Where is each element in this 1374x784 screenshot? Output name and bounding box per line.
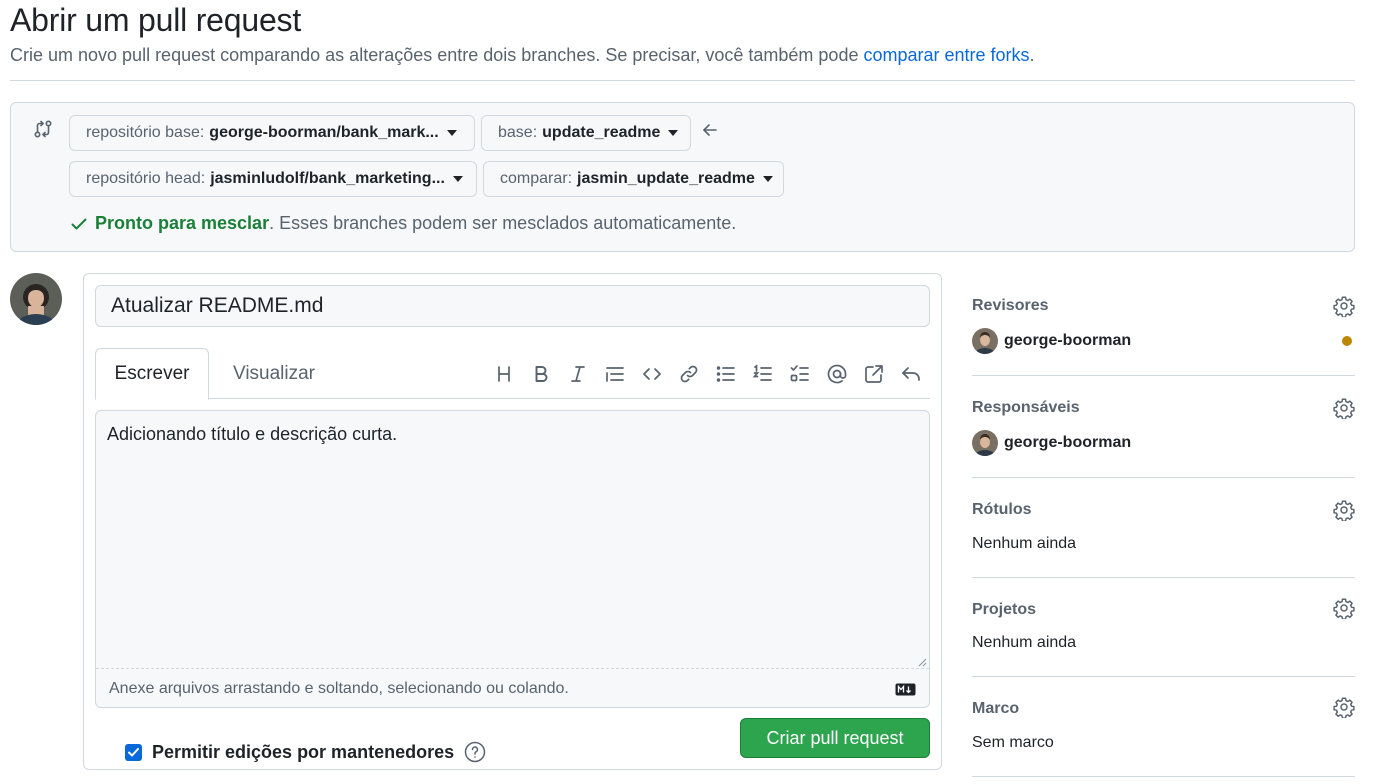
gear-icon[interactable]: [1333, 696, 1355, 718]
reviewer-name: george-boorman: [1004, 332, 1132, 349]
avatar: [972, 328, 998, 354]
caret-down-icon: [762, 176, 773, 182]
projects-section: Projetos Nenhum ainda: [972, 578, 1355, 677]
arrow-left-icon: [703, 124, 717, 136]
italic-button[interactable]: [565, 361, 591, 387]
reviewer-user[interactable]: george-boorman: [972, 328, 1131, 354]
gear-icon[interactable]: [1333, 397, 1355, 419]
pending-review-dot: [1342, 336, 1352, 346]
assignee-name: george-boorman: [1004, 434, 1132, 451]
head-repository-value: jasminludolf/bank_marketing...: [210, 170, 445, 187]
avatar[interactable]: [10, 273, 62, 325]
heading-button[interactable]: [491, 361, 517, 387]
task-list-icon: [790, 365, 809, 382]
caret-down-icon: [446, 130, 457, 136]
link-button[interactable]: [676, 361, 702, 387]
bold-icon: [535, 366, 548, 382]
task-list-button[interactable]: [787, 361, 813, 387]
tab-write[interactable]: Escrever: [95, 348, 209, 400]
gear-icon[interactable]: [1333, 295, 1355, 317]
description-textarea[interactable]: Adicionando título e descrição curta.: [96, 411, 929, 668]
attach-hint: Anexe arquivos arrastando e soltando, se…: [109, 679, 569, 697]
assignee-user[interactable]: george-boorman: [972, 430, 1131, 456]
tab-preview[interactable]: Visualizar: [219, 348, 329, 400]
checkmark-icon: [128, 747, 139, 756]
quote-button[interactable]: [602, 361, 628, 387]
projects-value: Nenhum ainda: [972, 634, 1077, 651]
compare-branch-select[interactable]: comparar: jasmin_update_readme: [483, 161, 784, 197]
git-compare-icon: [34, 120, 52, 138]
subtitle-period: .: [1029, 45, 1035, 65]
compare-branch-label: comparar:: [500, 170, 573, 187]
markdown-icon: [895, 683, 916, 696]
assignees-section: Responsáveis george-boorman: [972, 376, 1355, 478]
cross-reference-button[interactable]: [861, 361, 887, 387]
bold-button[interactable]: [528, 361, 554, 387]
question-icon[interactable]: [464, 741, 486, 763]
markdown-toolbar: [480, 361, 924, 387]
link-icon: [680, 365, 698, 383]
base-repository-label: repositório base:: [86, 124, 205, 141]
allow-edits-checkbox[interactable]: [125, 743, 142, 761]
page-title: Abrir um pull request: [10, 2, 302, 38]
cross-reference-icon: [865, 365, 883, 383]
subtitle-text: Crie um novo pull request comparando as …: [10, 45, 864, 65]
check-icon: [71, 218, 87, 229]
heading-icon: [498, 366, 510, 382]
file-attachment-area[interactable]: Anexe arquivos arrastando e soltando, se…: [96, 668, 929, 707]
quote-icon: [606, 367, 624, 382]
title-input[interactable]: [95, 285, 930, 327]
caret-down-icon: [668, 130, 679, 136]
create-pull-request-button[interactable]: Criar pull request: [740, 718, 930, 758]
assignees-heading: Responsáveis: [972, 399, 1080, 416]
italic-icon: [571, 366, 585, 382]
ordered-list-button[interactable]: [750, 361, 776, 387]
user-avatar-image: [10, 273, 62, 325]
unordered-list-icon: [716, 366, 735, 382]
code-icon: [643, 368, 661, 380]
labels-heading: Rótulos: [972, 501, 1032, 518]
milestone-value: Sem marco: [972, 734, 1054, 751]
reviewers-heading: Revisores: [972, 297, 1049, 314]
projects-heading: Projetos: [972, 601, 1037, 618]
caret-down-icon: [452, 176, 463, 182]
allow-edits-label: Permitir edições por mantenedores: [152, 741, 455, 762]
milestone-heading: Marco: [972, 700, 1020, 717]
comment-editor: Adicionando título e descrição curta. An…: [95, 410, 930, 708]
header-divider: [10, 80, 1355, 81]
merge-status: Pronto para mesclar. Esses branches pode…: [69, 213, 736, 234]
compare-forks-link[interactable]: comparar entre forks: [863, 45, 1029, 65]
merge-ok-text: Pronto para mesclar: [95, 213, 270, 233]
labels-section: Rótulos Nenhum ainda: [972, 478, 1355, 578]
base-branch-select[interactable]: base: update_readme: [481, 115, 691, 151]
editor-tab-bar: Escrever Visualizar: [95, 348, 930, 400]
base-branch-label: base:: [498, 124, 538, 141]
reviewers-section: Revisores george-boorman: [972, 278, 1355, 376]
mention-icon: [827, 364, 847, 384]
labels-value: Nenhum ainda: [972, 535, 1077, 552]
ordered-list-icon: [752, 364, 772, 381]
base-repository-value: george-boorman/bank_mark...: [209, 124, 439, 141]
pull-request-form: Escrever Visualizar Adicionando título e…: [83, 273, 942, 770]
compare-branch-value: jasmin_update_readme: [577, 170, 755, 187]
avatar: [972, 430, 998, 456]
reply-icon: [902, 367, 920, 381]
base-branch-value: update_readme: [542, 124, 661, 141]
compare-box: repositório base: george-boorman/bank_mar…: [10, 102, 1355, 252]
merge-status-text: . Esses branches podem ser mesclados aut…: [269, 213, 737, 233]
head-repository-label: repositório head:: [86, 170, 206, 187]
code-button[interactable]: [639, 361, 665, 387]
reply-button[interactable]: [898, 361, 924, 387]
milestone-section: Marco Sem marco: [972, 677, 1355, 777]
base-repository-select[interactable]: repositório base: george-boorman/bank_mar…: [69, 115, 475, 151]
allow-edits-option: Permitir edições por mantenedores: [125, 741, 486, 763]
resize-handle-icon[interactable]: [917, 657, 927, 667]
page-subtitle: Crie um novo pull request comparando as …: [10, 45, 1035, 66]
mention-button[interactable]: [824, 361, 850, 387]
unordered-list-button[interactable]: [713, 361, 739, 387]
gear-icon[interactable]: [1333, 499, 1355, 521]
head-repository-select[interactable]: repositório head: jasminludolf/bank_marke…: [69, 161, 477, 197]
gear-icon[interactable]: [1333, 597, 1355, 619]
